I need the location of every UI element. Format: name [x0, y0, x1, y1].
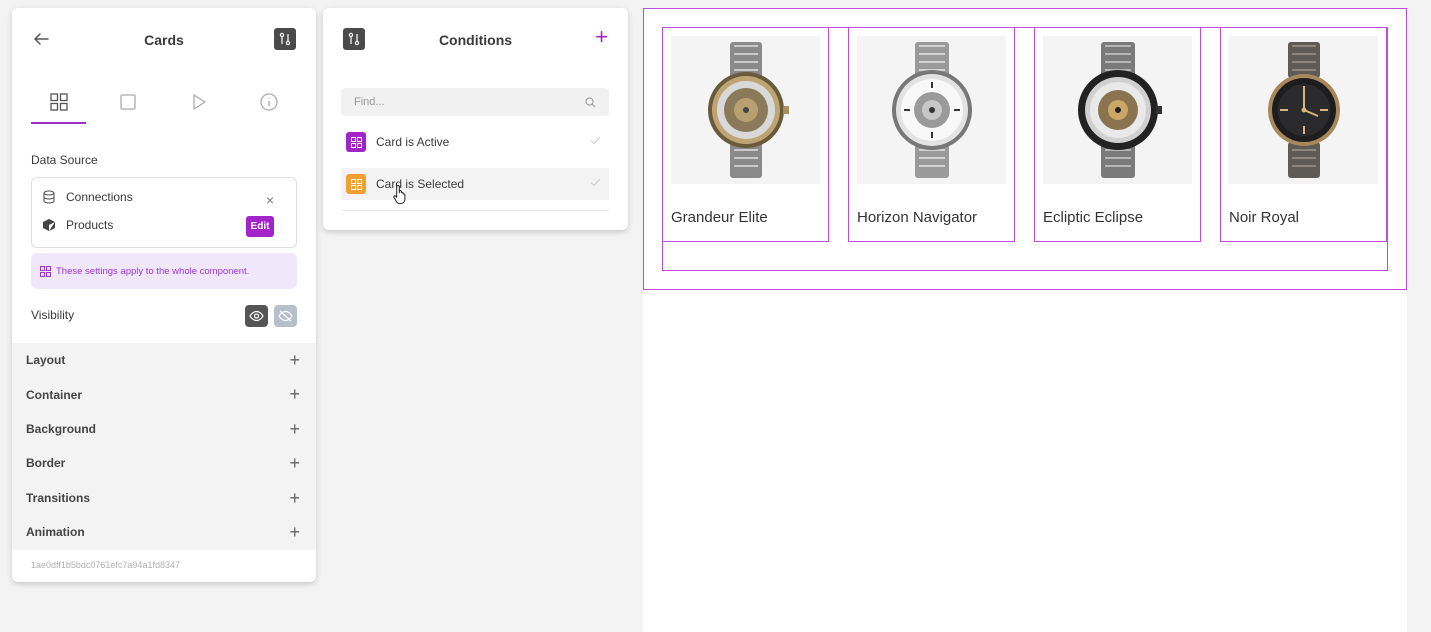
database-icon	[43, 190, 55, 204]
design-canvas[interactable]: Grandeur Elite Horizon Navigator Eclipti	[643, 8, 1407, 632]
plus-icon[interactable]: +	[289, 489, 300, 507]
condition-card-active[interactable]: Card is Active	[341, 126, 609, 158]
edit-button[interactable]: Edit	[246, 216, 274, 237]
watch-image	[857, 36, 1006, 184]
card-title: Horizon Navigator	[857, 209, 978, 226]
plus-icon[interactable]: +	[289, 351, 300, 369]
settings-note-text: These settings apply to the whole compon…	[56, 265, 250, 277]
search-icon	[585, 97, 596, 108]
visibility-label: Visibility	[31, 308, 75, 322]
grid-icon	[346, 174, 366, 194]
product-card[interactable]: Grandeur Elite	[662, 27, 829, 242]
check-icon	[590, 136, 601, 145]
grid-icon[interactable]	[49, 92, 69, 112]
grid-icon	[40, 265, 51, 277]
close-icon[interactable]: ×	[266, 192, 274, 208]
active-tab-indicator	[31, 122, 86, 124]
plus-icon[interactable]: +	[289, 420, 300, 438]
products-row[interactable]: Products	[42, 218, 113, 232]
connections-label: Connections	[66, 190, 133, 204]
card-title: Ecliptic Eclipse	[1043, 209, 1144, 226]
box-icon	[43, 219, 55, 231]
panel-header: Cards	[12, 8, 316, 70]
check-icon	[590, 178, 601, 187]
find-input[interactable]	[341, 88, 609, 116]
hand-cursor-icon	[393, 185, 406, 204]
data-source-label: Data Source	[31, 153, 98, 167]
watch-image	[1043, 36, 1192, 184]
card-title: Noir Royal	[1229, 209, 1300, 226]
data-source-box: Connections × Products Edit	[31, 177, 297, 248]
section-background[interactable]: Background +	[12, 412, 316, 446]
component-id: 1ae0dff1b5bdc0761efc7a94a1fd8347	[31, 560, 180, 570]
conditions-icon	[279, 32, 291, 46]
conditions-title: Conditions	[438, 32, 513, 48]
product-card[interactable]: Ecliptic Eclipse	[1034, 27, 1201, 242]
plus-icon[interactable]: +	[289, 454, 300, 472]
section-label: Background	[26, 421, 97, 436]
conditions-toggle-button[interactable]	[274, 28, 296, 50]
divider	[341, 210, 609, 211]
style-sections: Layout + Container + Background + Border + T…	[12, 343, 316, 550]
eye-off-icon	[278, 310, 293, 322]
section-animation[interactable]: Animation +	[12, 515, 316, 549]
watch-image	[671, 36, 820, 184]
section-container[interactable]: Container +	[12, 377, 316, 411]
connections-row[interactable]: Connections	[42, 190, 133, 204]
product-card[interactable]: Horizon Navigator	[848, 27, 1015, 242]
section-label: Container	[26, 387, 83, 402]
add-condition-button[interactable]: +	[595, 26, 608, 48]
card-title: Grandeur Elite	[671, 209, 768, 226]
grid-icon	[346, 132, 366, 152]
square-icon[interactable]	[118, 92, 138, 112]
section-layout[interactable]: Layout +	[12, 343, 316, 377]
condition-label: Card is Selected	[376, 177, 465, 191]
watch-image	[1229, 36, 1378, 184]
cards-settings-panel: Cards Data Source Connections × Products…	[12, 8, 316, 582]
section-border[interactable]: Border +	[12, 446, 316, 480]
conditions-panel: Conditions + Card is Active Card is Sele…	[323, 8, 628, 230]
info-icon[interactable]	[259, 92, 279, 112]
settings-note: These settings apply to the whole compon…	[31, 253, 297, 289]
plus-icon[interactable]: +	[289, 385, 300, 403]
section-transitions[interactable]: Transitions +	[12, 481, 316, 515]
visible-toggle[interactable]	[245, 305, 268, 327]
condition-card-selected[interactable]: Card is Selected	[341, 168, 609, 200]
eye-icon	[249, 310, 264, 322]
product-card[interactable]: Noir Royal	[1220, 27, 1387, 242]
play-icon[interactable]	[189, 92, 209, 112]
section-label: Animation	[26, 525, 85, 540]
section-label: Transitions	[26, 490, 91, 505]
condition-label: Card is Active	[376, 135, 450, 149]
section-label: Layout	[26, 353, 66, 368]
products-label: Products	[66, 218, 114, 232]
hidden-toggle[interactable]	[274, 305, 297, 327]
panel-title: Cards	[144, 32, 184, 48]
section-label: Border	[26, 456, 66, 471]
panel-tabs	[12, 70, 316, 124]
plus-icon[interactable]: +	[289, 523, 300, 541]
